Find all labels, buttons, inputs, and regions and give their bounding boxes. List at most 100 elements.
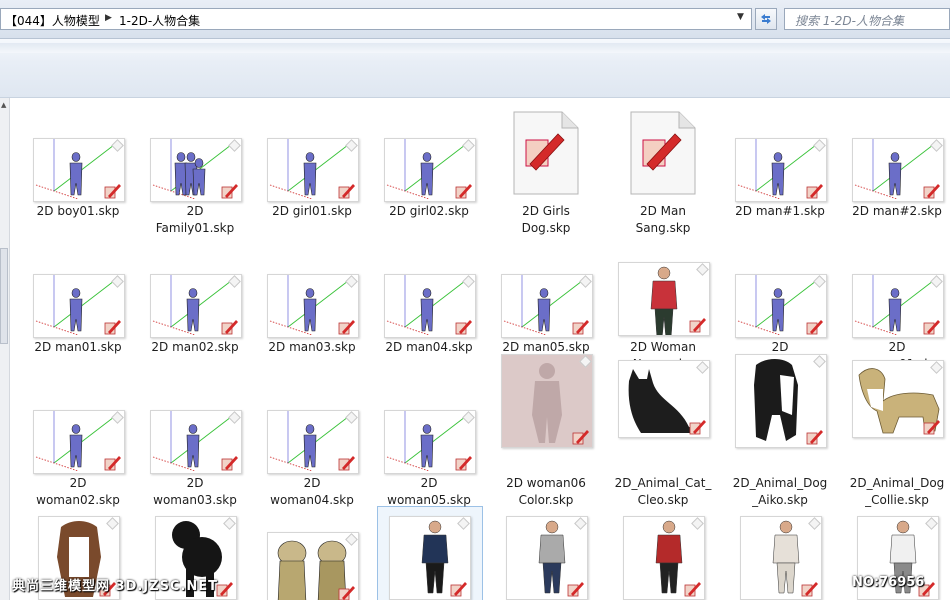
file-name-label[interactable]: 2D Family01.skp [137,203,253,237]
file-name-line: 2D girl02.skp [389,204,469,218]
file-name-line: 2D man04.skp [385,340,473,354]
sketchup-pencil-icon [455,320,472,335]
sketchup-pencil-icon [455,184,472,199]
vertical-scrollbar[interactable]: ▲ [0,98,10,600]
file-name-line: _Aiko.skp [752,493,808,507]
file-thumbnail[interactable] [506,516,588,600]
file-thumbnail[interactable] [384,138,476,202]
file-thumbnail[interactable] [740,516,822,600]
file-name-line: 2D_Animal_Dog [732,476,828,490]
sketchup-pencil-icon [567,582,584,597]
file-thumbnail[interactable] [852,360,944,438]
file-thumbnail[interactable] [852,138,944,202]
sketchup-pencil-icon [684,582,701,597]
file-name-label[interactable]: 2D man01.skp [20,339,136,356]
file-name-line: Sang.skp [635,221,691,235]
sketchup-pencil-icon [104,184,121,199]
file-thumbnail[interactable] [512,110,580,196]
file-name-label[interactable]: 2D woman03.skp [137,475,253,509]
file-name-line: 2D_Animal_Cat_ [614,476,712,490]
file-thumbnail[interactable] [267,410,359,474]
file-name-label[interactable]: 2D_Animal_Dog _Aiko.skp [722,475,838,509]
file-thumbnail[interactable] [150,138,242,202]
file-name-line: Color.skp [518,493,574,507]
file-thumbnail[interactable] [501,354,593,448]
file-name-label[interactable]: 2D man03.skp [254,339,370,356]
file-thumbnail[interactable] [852,274,944,338]
file-thumbnail[interactable] [384,410,476,474]
file-thumbnail[interactable] [735,354,827,448]
sketchup-pencil-icon [104,456,121,471]
search-input[interactable]: 搜索 1-2D-人物合集 [784,8,950,30]
sketchup-file-icon [630,111,696,195]
file-thumbnail[interactable] [629,110,697,196]
file-name-line: 2D [186,476,204,490]
sketchup-pencil-icon [923,320,940,335]
chevron-right-icon[interactable]: ▶ [105,13,112,23]
file-thumbnail[interactable] [33,410,125,474]
file-name-label[interactable]: 2D boy01.skp [20,203,136,220]
breadcrumb-root[interactable]: 【044】人物模型 [5,12,100,29]
file-name-label[interactable]: 2D_Animal_Cat_ Cleo.skp [605,475,721,509]
file-name-label[interactable]: 2D woman05.skp [371,475,487,509]
sketchup-pencil-icon [806,430,823,445]
scroll-thumb[interactable] [0,248,8,344]
file-name-label[interactable]: 2D man04.skp [371,339,487,356]
breadcrumb-current[interactable]: 1-2D-人物合集 [119,12,200,29]
file-name-label[interactable]: 2D man#1.skp [722,203,838,220]
file-thumbnail[interactable] [33,138,125,202]
file-name-label[interactable]: 2D girl02.skp [371,203,487,220]
file-name-line: 2D man#2.skp [852,204,942,218]
file-thumbnail[interactable] [384,274,476,338]
sketchup-pencil-icon [450,582,467,597]
file-name-line: 2D boy01.skp [36,204,120,218]
file-name-line: 2D [186,204,204,218]
file-thumbnail[interactable] [267,532,359,600]
sketchup-pencil-icon [216,582,233,597]
address-bar-row: 【044】人物模型 ▶ 1-2D-人物合集 ▼ 搜索 1-2D-人物合集 [0,0,950,39]
file-name-line: 2D man01.skp [34,340,122,354]
file-name-line: Dog.skp [521,221,571,235]
file-name-label[interactable]: 2D man#2.skp [839,203,950,220]
file-name-label[interactable]: 2D man02.skp [137,339,253,356]
file-thumbnail[interactable] [623,516,705,600]
file-name-line: 2D [888,340,906,354]
scroll-up-icon[interactable]: ▲ [1,101,6,109]
dog-silhouette [754,359,798,441]
file-name-label[interactable]: 2D Girls Dog.skp [488,203,604,237]
file-name-label[interactable]: 2D_Animal_Dog _Collie.skp [839,475,950,509]
file-thumbnail[interactable] [389,516,471,600]
file-name-line: woman05.skp [387,493,471,507]
sketchup-pencil-icon [221,456,238,471]
file-name-line: woman02.skp [36,493,120,507]
file-thumbnail[interactable] [267,274,359,338]
file-name-label[interactable]: 2D Man Sang.skp [605,203,721,237]
sketchup-pencil-icon [338,320,355,335]
file-name-line: woman04.skp [270,493,354,507]
address-bar[interactable]: 【044】人物模型 ▶ 1-2D-人物合集 ▼ [0,8,752,30]
sketchup-pencil-icon [221,320,238,335]
sketchup-pencil-icon [338,456,355,471]
file-name-label[interactable]: 2D woman06 Color.skp [488,475,604,509]
file-thumbnail[interactable] [735,138,827,202]
file-name-line: 2D Girls [522,204,570,218]
file-name-label[interactable]: 2D woman04.skp [254,475,370,509]
file-thumbnail[interactable] [618,262,710,336]
sketchup-pencil-icon [338,586,355,600]
chevron-down-icon[interactable]: ▼ [737,12,744,22]
file-name-label[interactable]: 2D woman02.skp [20,475,136,509]
refresh-button[interactable] [755,8,777,30]
refresh-icon [761,14,771,24]
command-bar [0,39,950,98]
file-thumbnail[interactable] [150,274,242,338]
file-thumbnail[interactable] [618,360,710,438]
file-thumbnail[interactable] [33,274,125,338]
file-thumbnail[interactable] [150,410,242,474]
file-thumbnail[interactable] [735,274,827,338]
file-name-label[interactable]: 2D girl01.skp [254,203,370,220]
file-thumbnail[interactable] [501,274,593,338]
file-name-line: 2D man03.skp [268,340,356,354]
file-thumbnail[interactable] [267,138,359,202]
file-view[interactable]: ▲ 2D boy01.skp 2D Family01.skp 2D girl01.sk… [0,98,950,600]
sketchup-pencil-icon [806,320,823,335]
